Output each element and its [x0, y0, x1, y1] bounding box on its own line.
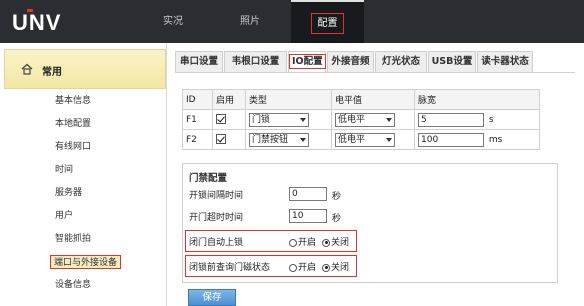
sidebar-item-wired-port[interactable]: 有线网口: [55, 140, 91, 154]
auto-lock-label: 闭门自动上锁: [189, 238, 244, 248]
sidebar-item-device-info[interactable]: 设备信息: [55, 278, 91, 292]
sidebar-header-label: 常用: [42, 67, 62, 78]
pulse-cell: 100 ms: [414, 129, 540, 150]
nav-config-label: 配置: [311, 13, 344, 34]
access-config-title: 门禁配置: [189, 173, 228, 184]
auto-lock-on-option[interactable]: 开启: [289, 235, 316, 248]
sidebar-item-ports-devices[interactable]: 端口与外接设备: [50, 255, 122, 269]
io-table: ID 启用 类型 电平值 脉宽 F1 门锁 低电平 5 s F2 门禁按钮 低电…: [182, 89, 540, 150]
sidebar-header-common[interactable]: 常用: [4, 49, 166, 89]
sidebar-item-server[interactable]: 服务器: [55, 186, 82, 200]
table-row: F2 门禁按钮 低电平 100 ms: [182, 129, 540, 150]
home-icon: [21, 63, 33, 75]
chevron-down-icon: [386, 137, 392, 142]
nav-config[interactable]: 配置: [291, 0, 364, 43]
enable-checkbox[interactable]: [216, 134, 226, 145]
chevron-down-icon: [300, 137, 306, 142]
level-select-value: 低电平: [338, 134, 366, 145]
radio-on-icon: [322, 238, 330, 247]
tab-divider: [175, 72, 575, 73]
save-button[interactable]: 保存: [188, 289, 236, 306]
door-timeout-row: 开门超时时间 10 秒: [189, 209, 341, 224]
pulse-input[interactable]: 5: [418, 112, 484, 127]
type-select-value: 门禁按钮: [252, 134, 289, 145]
sidebar-item-basic-info[interactable]: 基本信息: [55, 94, 91, 108]
row-id: F1: [182, 109, 213, 130]
unlock-interval-input[interactable]: 0: [289, 187, 327, 201]
svg-text:UNV: UNV: [12, 10, 61, 35]
unlock-interval-unit: 秒: [332, 192, 342, 202]
check-magnet-off-label: 关闭: [331, 263, 350, 273]
tab-serial[interactable]: 串口设置: [175, 51, 223, 73]
check-magnet-on-option[interactable]: 开启: [289, 260, 316, 273]
unv-logo: UNV: [12, 9, 61, 35]
radio-on-icon: [322, 263, 330, 272]
unlock-interval-row: 开锁间隔时间 0 秒: [189, 187, 341, 202]
enable-cell: [212, 109, 246, 130]
auto-lock-off-label: 关闭: [331, 238, 350, 248]
row-id: F2: [182, 129, 213, 150]
table-header-row: ID 启用 类型 电平值 脉宽: [182, 89, 540, 110]
check-magnet-row: 闭锁前查询门磁状态 开启 关闭: [189, 260, 349, 273]
col-level: 电平值: [331, 89, 415, 110]
type-select[interactable]: 门禁按钮: [249, 132, 309, 147]
access-config-section: 门禁配置 开锁间隔时间 0 秒 开门超时时间 10 秒 闭门自动上锁 开启 关闭…: [182, 163, 558, 283]
sidebar-item-smart-capture[interactable]: 智能抓拍: [55, 232, 91, 246]
pulse-unit: s: [488, 115, 494, 125]
type-cell: 门锁: [245, 109, 332, 130]
tab-io-config-label: IO配置: [289, 54, 326, 69]
chevron-down-icon: [386, 117, 392, 122]
enable-checkbox[interactable]: [216, 114, 226, 125]
type-cell: 门禁按钮: [245, 129, 332, 150]
tab-external-audio[interactable]: 外接音频: [327, 51, 374, 73]
tab-io-config[interactable]: IO配置: [288, 51, 326, 73]
door-timeout-label: 开门超时时间: [189, 213, 244, 223]
tab-light-status[interactable]: 灯光状态: [375, 51, 427, 73]
level-select-value: 低电平: [338, 114, 366, 125]
door-timeout-input[interactable]: 10: [289, 209, 327, 223]
pulse-unit: ms: [488, 135, 503, 145]
auto-lock-row: 闭门自动上锁 开启 关闭: [189, 235, 349, 248]
radio-off-icon: [289, 263, 297, 272]
radio-off-icon: [289, 238, 297, 247]
sidebar-item-local-config[interactable]: 本地配置: [55, 117, 91, 131]
col-id: ID: [182, 89, 213, 110]
level-select[interactable]: 低电平: [335, 112, 395, 127]
auto-lock-on-label: 开启: [298, 238, 317, 248]
enable-cell: [212, 129, 246, 150]
check-magnet-on-label: 开启: [298, 263, 317, 273]
table-row: F1 门锁 低电平 5 s: [182, 109, 540, 130]
check-magnet-off-option[interactable]: 关闭: [322, 260, 349, 273]
tab-card-reader-status[interactable]: 读卡器状态: [477, 51, 533, 73]
col-pulse: 脉宽: [414, 89, 540, 110]
type-select[interactable]: 门锁: [249, 112, 309, 127]
col-type: 类型: [245, 89, 332, 110]
level-select[interactable]: 低电平: [335, 132, 395, 147]
sidebar: 常用 基本信息 本地配置 有线网口 时间 服务器 用户 智能抓拍 端口与外接设备…: [0, 43, 167, 306]
chevron-down-icon: [300, 117, 306, 122]
sidebar-item-time[interactable]: 时间: [55, 163, 73, 177]
col-enable: 启用: [212, 89, 246, 110]
nav-live[interactable]: 实况: [150, 0, 196, 43]
check-magnet-label: 闭锁前查询门磁状态: [189, 263, 271, 273]
door-timeout-unit: 秒: [332, 214, 342, 224]
nav-photo[interactable]: 照片: [220, 0, 280, 43]
pulse-input[interactable]: 100: [418, 132, 484, 147]
unlock-interval-label: 开锁间隔时间: [189, 191, 244, 201]
sidebar-item-user[interactable]: 用户: [55, 209, 73, 223]
pulse-cell: 5 s: [414, 109, 540, 130]
tab-usb[interactable]: USB设置: [428, 51, 476, 73]
tab-wiegand[interactable]: 韦根口设置: [224, 51, 287, 73]
top-bar: UNV 实况 照片 配置: [0, 0, 584, 43]
type-select-value: 门锁: [252, 114, 271, 125]
level-cell: 低电平: [331, 109, 415, 130]
auto-lock-off-option[interactable]: 关闭: [322, 235, 349, 248]
level-cell: 低电平: [331, 129, 415, 150]
